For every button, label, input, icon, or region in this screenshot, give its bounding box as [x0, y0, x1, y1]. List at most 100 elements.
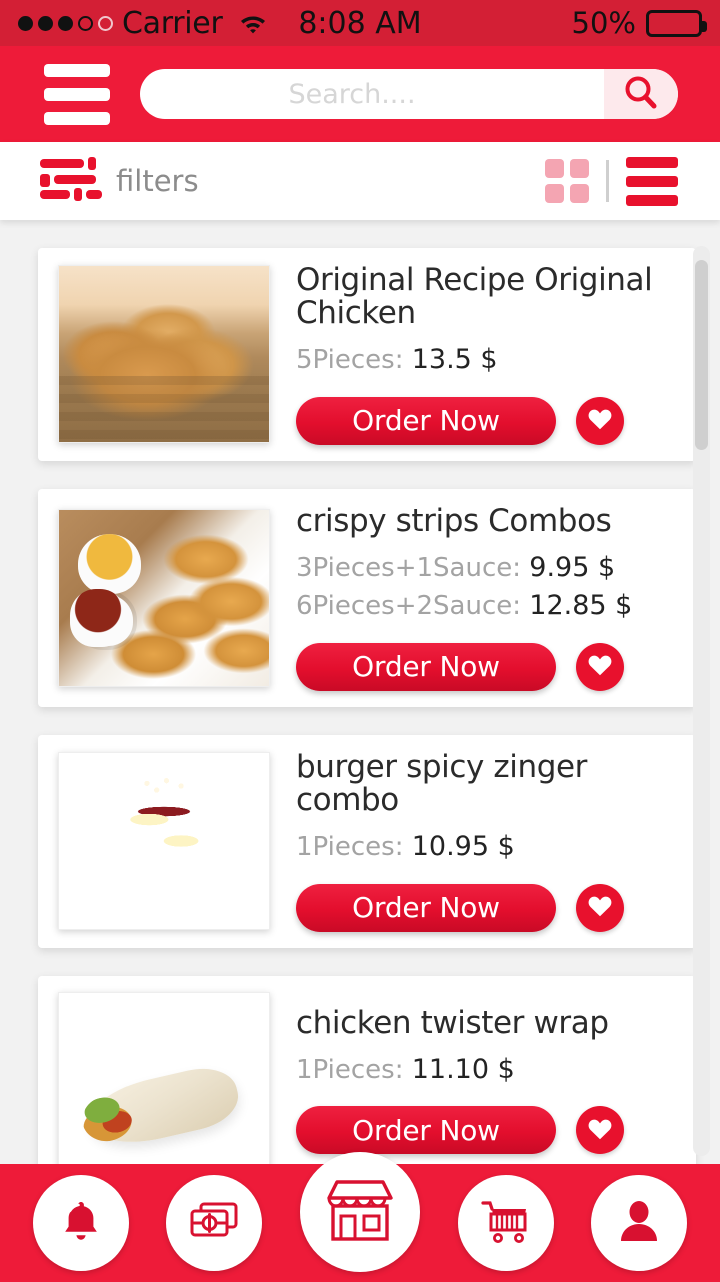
heart-icon: [587, 407, 613, 434]
product-details: chicken twister wrap 1Pieces: 11.10 $ Or…: [270, 992, 678, 1164]
nav-item-cart[interactable]: [457, 1175, 554, 1271]
price-label: 3Pieces+1Sauce:: [296, 552, 521, 583]
grid-cell: [570, 159, 589, 178]
product-details: Original Recipe Original Chicken 5Pieces…: [270, 262, 678, 445]
product-image-frame: [58, 508, 270, 687]
list-row: [626, 156, 678, 168]
heart-icon: [587, 653, 613, 680]
product-actions: Order Now: [296, 1106, 678, 1155]
nav-item-profile[interactable]: [591, 1175, 688, 1271]
price-value: 11.10 $: [411, 1053, 515, 1085]
app-header: [0, 46, 720, 142]
product-image-frame: [58, 991, 270, 1164]
money-cash-icon: [188, 1199, 240, 1247]
battery-icon: [646, 9, 707, 37]
grid-cell: [545, 159, 564, 178]
product-image-zinger-burger: [59, 753, 269, 930]
hamburger-bar: [44, 111, 110, 125]
grid-cell: [545, 184, 564, 203]
bell-icon: [58, 1197, 104, 1249]
store-shop-icon: [324, 1176, 396, 1248]
grid-cell: [570, 184, 589, 203]
product-price-row: 1Pieces: 10.95 $: [296, 829, 678, 865]
product-title: Original Recipe Original Chicken: [296, 262, 653, 332]
list-view-icon[interactable]: [626, 156, 678, 206]
product-image-frame: [58, 752, 270, 931]
signal-dot-filled: [18, 15, 33, 31]
sliders-filter-icon: [38, 156, 102, 206]
shopping-cart-icon: [480, 1198, 532, 1248]
product-card[interactable]: Original Recipe Original Chicken 5Pieces…: [38, 248, 696, 461]
list-row: [626, 194, 678, 206]
heart-icon: [587, 894, 613, 921]
signal-dot-filled: [58, 15, 73, 31]
product-image-frame: [58, 265, 270, 444]
filters-button[interactable]: filters: [38, 156, 199, 206]
signal-dot-empty: [98, 15, 113, 31]
filter-bar: filters: [0, 142, 720, 220]
battery-percent-label: 50%: [571, 6, 636, 40]
product-price-row: 3Pieces+1Sauce: 9.95 $: [296, 550, 678, 586]
order-now-button[interactable]: Order Now: [296, 642, 556, 691]
favorite-button[interactable]: [576, 396, 624, 445]
nav-item-payments[interactable]: [166, 1175, 263, 1271]
product-actions: Order Now: [296, 642, 678, 691]
hamburger-bar: [44, 63, 110, 77]
product-title: burger spicy zinger combo: [296, 748, 587, 818]
favorite-button[interactable]: [576, 642, 624, 691]
price-label: 1Pieces:: [296, 832, 404, 863]
carrier-label: Carrier: [122, 5, 223, 41]
heart-icon: [587, 1117, 613, 1144]
favorite-button[interactable]: [576, 1106, 624, 1155]
hamburger-menu-icon[interactable]: [44, 63, 110, 125]
product-card[interactable]: chicken twister wrap 1Pieces: 11.10 $ Or…: [38, 975, 696, 1164]
product-price-row: 6Pieces+2Sauce: 12.85 $: [296, 588, 678, 624]
search-input[interactable]: [140, 69, 604, 119]
list-row: [626, 175, 678, 187]
wifi-icon: [238, 11, 268, 35]
status-bar: Carrier 8:08 AM 50%: [0, 0, 720, 46]
status-right-group: 50%: [571, 6, 707, 40]
product-list[interactable]: Original Recipe Original Chicken 5Pieces…: [0, 220, 720, 1164]
search-bar[interactable]: [140, 69, 678, 119]
product-title: crispy strips Combos: [296, 502, 612, 539]
price-label: 6Pieces+2Sauce:: [296, 591, 521, 622]
price-value: 13.5 $: [411, 344, 498, 376]
status-left-group: Carrier: [18, 6, 268, 41]
product-title: chicken twister wrap: [296, 1004, 609, 1041]
product-image-fried-chicken: [59, 266, 269, 443]
product-price-row: 5Pieces: 13.5 $: [296, 342, 678, 378]
price-value: 9.95 $: [529, 551, 616, 583]
product-image-twister-wrap: [59, 992, 269, 1164]
product-actions: Order Now: [296, 396, 678, 445]
signal-strength-dots: [18, 15, 113, 31]
grid-view-icon[interactable]: [545, 159, 589, 203]
product-details: burger spicy zinger combo 1Pieces: 10.95…: [270, 748, 678, 932]
order-now-button[interactable]: Order Now: [296, 883, 556, 932]
toggle-divider: [606, 160, 609, 202]
filters-label: filters: [116, 164, 199, 198]
search-icon: [622, 74, 660, 115]
signal-dot-empty: [78, 15, 93, 31]
product-actions: Order Now: [296, 883, 678, 932]
order-now-button[interactable]: Order Now: [296, 1106, 556, 1155]
scrollbar-track[interactable]: [693, 246, 710, 1156]
order-now-button[interactable]: Order Now: [296, 396, 556, 445]
search-button[interactable]: [604, 69, 678, 119]
product-card[interactable]: crispy strips Combos 3Pieces+1Sauce: 9.9…: [38, 488, 696, 707]
product-price-row: 1Pieces: 11.10 $: [296, 1052, 678, 1088]
favorite-button[interactable]: [576, 883, 624, 932]
view-toggle-group: [545, 156, 678, 206]
nav-item-store[interactable]: [299, 1152, 420, 1272]
bottom-navigation-bar: [0, 1152, 720, 1282]
user-profile-icon: [616, 1197, 662, 1249]
price-value: 12.85 $: [529, 590, 633, 622]
product-card[interactable]: burger spicy zinger combo 1Pieces: 10.95…: [38, 734, 696, 948]
scrollbar-thumb[interactable]: [695, 260, 708, 450]
price-label: 1Pieces:: [296, 1054, 404, 1085]
price-value: 10.95 $: [411, 831, 515, 863]
product-details: crispy strips Combos 3Pieces+1Sauce: 9.9…: [270, 502, 678, 691]
hamburger-bar: [44, 87, 110, 101]
nav-item-notifications[interactable]: [32, 1175, 129, 1271]
product-image-crispy-strips: [59, 509, 269, 686]
